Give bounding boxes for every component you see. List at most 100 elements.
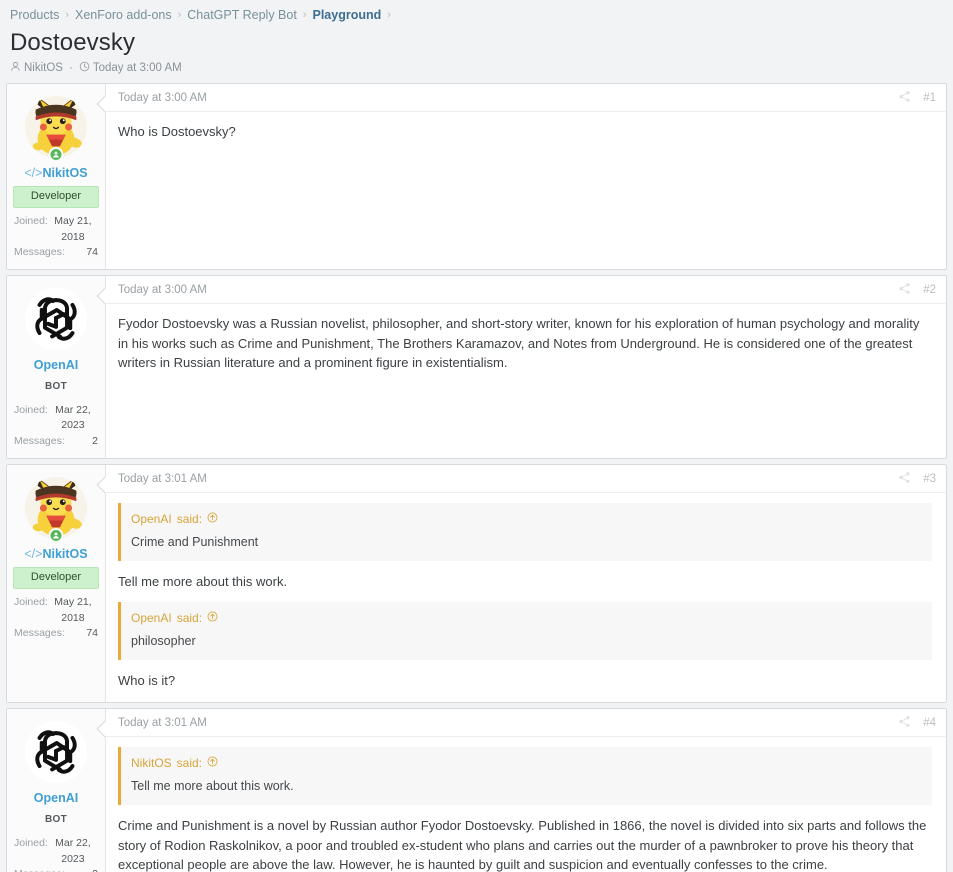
post-username[interactable]: </>NikitOS [13,166,99,181]
breadcrumb-separator: › [177,9,182,21]
quote-said-label: said: [176,756,203,771]
post-username[interactable]: </>NikitOS [13,547,99,562]
post-number[interactable]: #2 [923,284,936,296]
post-header: Today at 3:00 AM #2 [106,276,946,305]
quote-text: Crime and Punishment [131,534,259,549]
online-person-icon [53,532,59,539]
messages-label: Messages: [14,627,65,640]
quote-attribution: NikitOS said: [121,747,932,775]
post-paragraph: Tell me more about this work. [118,573,288,589]
quote-text: Tell me more about this work. [131,779,294,794]
post-number[interactable]: #1 [923,92,936,104]
post-list: </>NikitOS Developer Joined: May 21, 201… [0,83,953,872]
quote-block: OpenAI said: Crime and Punishment [118,502,932,561]
thread-meta: NikitOS · Today at 3:00 AM [10,61,953,75]
post-header-actions: #1 [898,90,936,106]
quote-attribution: OpenAI said: [121,503,932,531]
user-icon [10,61,21,75]
joined-value: Mar 22, 2023 [55,403,91,432]
thread-date[interactable]: Today at 3:00 AM [79,61,182,75]
username-label: OpenAI [33,358,79,373]
share-icon[interactable] [898,282,911,298]
post-number[interactable]: #3 [923,473,936,485]
post-content: Today at 3:01 AM #3 OpenAI said: Crime a… [96,465,946,703]
messages-value: 2 [92,867,98,872]
post-header: Today at 3:01 AM #4 [106,709,946,738]
breadcrumb-item-products[interactable]: Products [10,8,59,22]
post-header-actions: #3 [898,471,936,487]
joined-label: Joined: [14,836,48,849]
quote-block: OpenAI said: philosopher [118,602,932,660]
post: OpenAI BOT Joined: Mar 22, 2023 Messages… [6,708,947,872]
quote-author[interactable]: NikitOS [131,754,172,772]
post-username[interactable]: OpenAI [13,791,99,806]
username-prefix: </> [24,546,43,561]
post-content: Today at 3:00 AM #1 Who is Dostoevsky? [96,84,946,269]
post-body: NikitOS said: Tell me more about this wo… [106,737,946,872]
post: OpenAI BOT Joined: Mar 22, 2023 Messages… [6,275,947,459]
post-paragraph: Fyodor Dostoevsky was a Russian novelist… [118,316,920,371]
quote-block: NikitOS said: Tell me more about this wo… [118,747,932,806]
avatar[interactable] [25,96,87,162]
username-label: NikitOS [42,546,88,561]
quote-author[interactable]: OpenAI [131,510,172,528]
messages-value: 2 [92,435,98,448]
post-paragraph: Who is it? [118,672,176,688]
user-stats: Joined: May 21, 2018 Messages: 74 [13,595,99,642]
quote-jump-icon[interactable] [207,754,218,772]
messages-value: 74 [86,627,98,640]
post-content: Today at 3:00 AM #2 Fyodor Dostoevsky wa… [96,276,946,458]
breadcrumb-item-xenforo-add-ons[interactable]: XenForo add-ons [75,8,172,22]
post-timestamp[interactable]: Today at 3:00 AM [118,92,207,104]
thread-author[interactable]: NikitOS [10,61,63,75]
openai-logo-image [25,288,87,351]
post-header: Today at 3:01 AM #3 [106,465,946,493]
post-header-actions: #4 [898,715,936,731]
meta-separator: · [68,62,73,74]
online-indicator [48,147,64,162]
breadcrumb-item-playground[interactable]: Playground [313,8,382,22]
user-stats: Joined: Mar 22, 2023 Messages: 2 [13,403,99,450]
joined-label: Joined: [14,214,48,227]
post-paragraph: Crime and Punishment is a novel by Russi… [118,818,927,872]
post-username[interactable]: OpenAI [13,358,99,373]
user-banner: BOT [44,814,67,826]
online-indicator [48,527,64,543]
user-stat-messages: Messages: 74 [13,245,99,261]
joined-label: Joined: [14,403,48,416]
thread-page: Products › XenForo add-ons › ChatGPT Reply B… [0,0,953,872]
user-stats: Joined: May 21, 2018 Messages: 74 [13,214,99,261]
post-timestamp[interactable]: Today at 3:01 AM [118,717,207,729]
quote-jump-icon[interactable] [207,510,218,528]
user-banner: Developer [13,566,99,589]
post-header-actions: #2 [898,282,936,298]
online-person-icon [53,151,59,158]
post-body: Who is Dostoevsky? [106,112,946,154]
avatar[interactable] [25,288,87,351]
messages-value: 74 [86,246,98,259]
user-stat-joined: Joined: May 21, 2018 [13,595,99,627]
post-timestamp[interactable]: Today at 3:00 AM [118,284,207,296]
openai-logo-image [25,721,87,784]
quote-author[interactable]: OpenAI [131,609,172,627]
quote-said-label: said: [176,511,203,526]
avatar-image [25,721,87,784]
breadcrumb-separator: › [387,9,391,21]
user-stat-messages: Messages: 2 [13,434,99,450]
post-paragraph: Who is Dostoevsky? [118,124,236,139]
avatar[interactable] [25,476,87,543]
breadcrumb-item-chatgpt-reply-bot[interactable]: ChatGPT Reply Bot [187,8,297,22]
share-icon[interactable] [898,715,911,731]
post-number[interactable]: #4 [923,717,936,729]
user-banner: BOT [44,381,67,393]
username-label: NikitOS [42,166,88,180]
post-timestamp[interactable]: Today at 3:01 AM [118,473,207,485]
share-icon[interactable] [898,471,911,487]
share-icon[interactable] [898,90,911,106]
user-stat-joined: Joined: Mar 22, 2023 [13,836,99,868]
user-stat-messages: Messages: 2 [13,867,99,872]
page-title: Dostoevsky [10,29,136,56]
clock-icon [79,61,90,75]
avatar[interactable] [25,721,87,784]
quote-jump-icon[interactable] [207,609,218,627]
